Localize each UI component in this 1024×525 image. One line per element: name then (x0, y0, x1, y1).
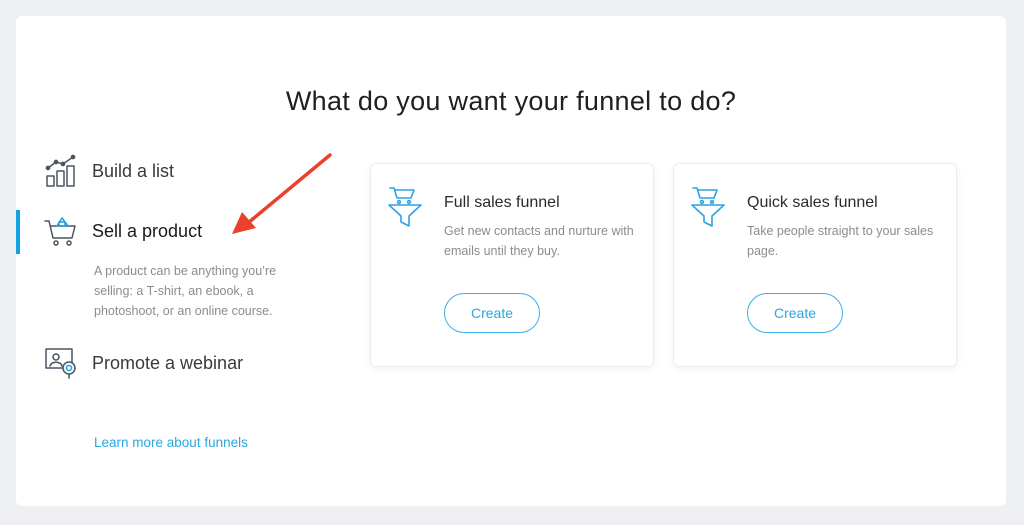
card-title: Full sales funnel (444, 194, 560, 211)
card-description: Get new contacts and nurture with emails… (444, 224, 634, 258)
card-title: Quick sales funnel (747, 194, 878, 211)
funnel-card-quick: Quick sales funnel Take people straight … (673, 163, 957, 367)
create-quick-funnel-button[interactable]: Create (747, 293, 843, 333)
annotation-arrow (232, 153, 332, 234)
goal-build-list[interactable]: Build a list (44, 154, 174, 188)
card-description: Take people straight to your sales page. (747, 224, 934, 258)
create-full-funnel-button[interactable]: Create (444, 293, 540, 333)
goal-promote-webinar[interactable]: Promote a webinar (44, 346, 243, 380)
funnel-card-full: Full sales funnel Get new contacts and n… (370, 163, 654, 367)
goal-description: A product can be anything you’re selling… (94, 264, 277, 318)
active-indicator (16, 210, 20, 254)
funnel-goal-panel: What do you want your funnel to do? Buil… (16, 16, 1006, 506)
funnel-cart-icon (387, 184, 425, 230)
learn-more-link[interactable]: Learn more about funnels (94, 435, 248, 450)
page-title: What do you want your funnel to do? (285, 86, 737, 116)
goal-label: Sell a product (92, 220, 203, 241)
goal-label: Promote a webinar (92, 352, 244, 373)
bar-chart-icon (44, 154, 78, 188)
goal-sell-product[interactable]: Sell a product (44, 214, 202, 248)
goal-label: Build a list (92, 160, 175, 181)
webinar-icon (44, 346, 78, 380)
funnel-cart-icon (690, 184, 728, 230)
shopping-cart-icon (44, 214, 78, 248)
